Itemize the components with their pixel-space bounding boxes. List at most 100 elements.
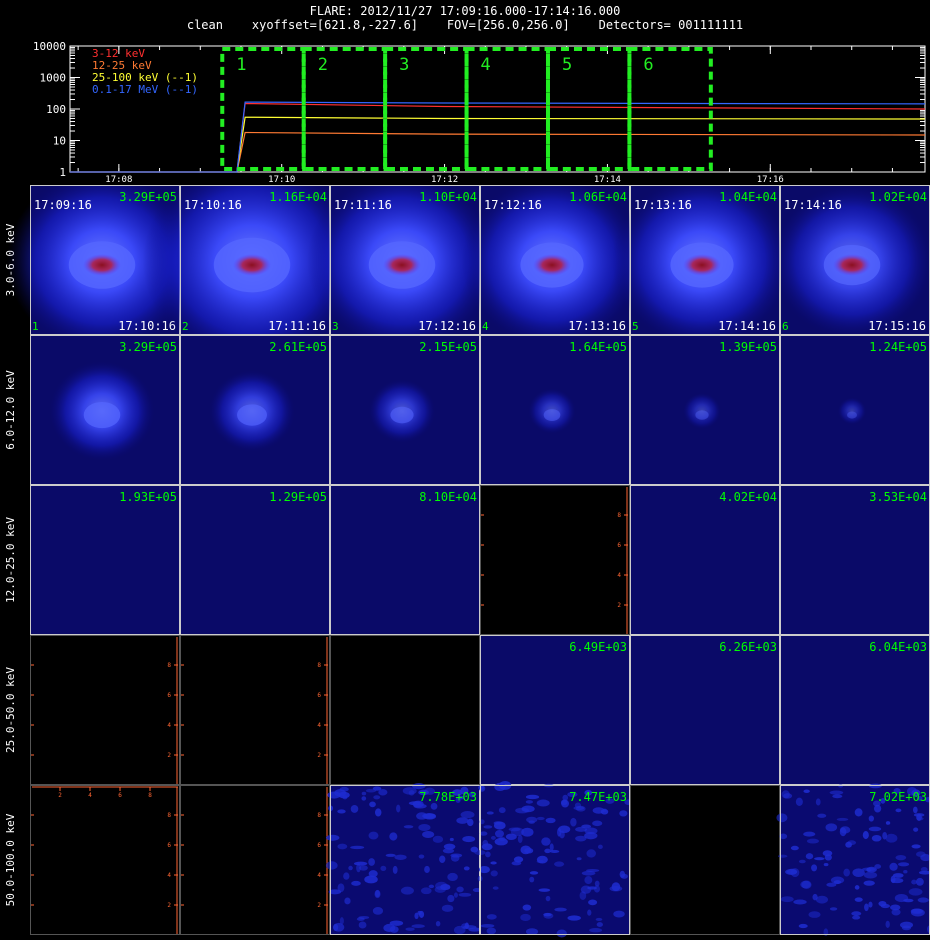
noise-speckle: [836, 817, 849, 821]
noise-speckle: [513, 856, 524, 863]
image-background: [780, 635, 930, 785]
noise-speckle: [538, 888, 551, 892]
noise-speckle: [529, 876, 535, 883]
noise-speckle: [868, 815, 875, 822]
noise-speckle: [424, 865, 430, 874]
image-max-value: 7.78E+03: [419, 790, 477, 804]
noise-speckle: [478, 785, 486, 792]
axis-tick-label: 8: [167, 812, 171, 819]
noise-speckle: [851, 911, 862, 916]
noise-speckle: [422, 831, 435, 838]
noise-speckle: [783, 793, 793, 799]
noise-speckle: [776, 813, 788, 823]
noise-speckle: [814, 857, 825, 861]
row-energy-label: 50.0-100.0 keV: [4, 813, 17, 906]
axis-tick-label: 8: [167, 662, 171, 669]
noise-speckle: [549, 849, 560, 854]
noise-speckle: [798, 859, 806, 864]
noise-speckle: [353, 861, 368, 866]
axis-tick-label: 2: [167, 902, 171, 909]
image-cell: 3.29E+05: [30, 335, 180, 485]
noise-speckle: [361, 791, 367, 796]
image-cell: 6.49E+03: [480, 635, 630, 785]
image-cell: 2 4 6 8: [180, 785, 330, 935]
interval-number: 3: [332, 320, 339, 333]
noise-speckle: [826, 882, 837, 887]
noise-speckle: [570, 817, 577, 827]
noise-speckle: [885, 920, 890, 929]
noise-speckle: [483, 825, 493, 829]
axis-tick-label: 8: [148, 792, 152, 799]
noise-speckle: [364, 875, 378, 884]
image-max-value: 8.10E+04: [419, 490, 477, 504]
noise-speckle: [894, 893, 909, 903]
noise-speckle: [805, 853, 814, 860]
series-line: [70, 116, 926, 173]
noise-speckle: [803, 831, 816, 837]
interval-label: 4: [481, 55, 491, 75]
image-max-value: 1.24E+05: [869, 340, 927, 354]
image-cell: 3.53E+04: [780, 485, 930, 635]
noise-speckle: [609, 885, 623, 892]
noise-speckle: [863, 880, 875, 886]
noise-speckle: [588, 899, 598, 906]
axis-tick-label: 4: [317, 722, 321, 729]
noise-speckle: [447, 872, 458, 882]
noise-speckle: [490, 835, 496, 840]
emission-source: [390, 406, 414, 424]
noise-speckle: [378, 789, 388, 796]
image-cell: 1.93E+05: [30, 485, 180, 635]
legend-entry: 0.1-17 MeV (--1): [92, 83, 198, 96]
image-background: [480, 635, 630, 785]
noise-speckle: [494, 830, 505, 838]
noise-speckle: [348, 865, 353, 871]
noise-speckle: [463, 866, 470, 871]
noise-speckle: [825, 823, 838, 832]
noise-speckle: [521, 805, 535, 813]
image-max-value: 6.49E+03: [569, 640, 627, 654]
empty-image: [630, 785, 780, 935]
axis-tick-label: 6: [317, 842, 321, 849]
noise-speckle: [493, 821, 503, 825]
axis-tick-label: 8: [317, 662, 321, 669]
y-tick-label: 10: [53, 135, 66, 148]
noise-speckle: [619, 870, 626, 878]
image-cell: 7.78E+03: [325, 783, 482, 935]
y-tick-label: 100: [46, 103, 66, 116]
image-cell: 1.04E+04 17:13:16 17:14:16 5: [611, 185, 793, 347]
emission-source: [83, 401, 121, 429]
noise-speckle: [777, 854, 788, 858]
noise-speckle: [486, 914, 497, 920]
noise-speckle: [528, 820, 535, 824]
noise-speckle: [910, 908, 925, 917]
noise-speckle: [554, 861, 565, 867]
noise-speckle: [852, 868, 865, 877]
noise-speckle: [418, 854, 425, 859]
noise-speckle: [795, 797, 803, 806]
empty-image: [330, 635, 480, 785]
noise-speckle: [490, 861, 497, 865]
image-cell: [330, 635, 480, 785]
noise-speckle: [536, 816, 545, 821]
image-max-value: 2.15E+05: [419, 340, 477, 354]
noise-speckle: [544, 848, 551, 854]
image-max-value: 1.02E+04: [869, 190, 927, 204]
noise-speckle: [441, 904, 454, 912]
noise-speckle: [871, 834, 882, 842]
noise-speckle: [567, 915, 581, 921]
axis-tick-label: 6: [118, 792, 122, 799]
noise-speckle: [895, 855, 907, 861]
noise-speckle: [793, 899, 807, 905]
image-grid: 3.0-6.0 keV3.29E+0517:09:1617:10:1611.16…: [4, 185, 930, 938]
noise-speckle: [592, 807, 605, 814]
interval-end-time: 17:13:16: [568, 319, 626, 333]
noise-speckle: [595, 917, 603, 922]
lightcurve-chart: 1 10 100 1000 10000 17:08 17:10 17:12 17:14 17:16…: [33, 40, 926, 182]
noise-speckle: [494, 782, 506, 792]
interval-box: [220, 47, 306, 171]
noise-speckle: [780, 896, 794, 903]
noise-speckle: [536, 799, 550, 807]
image-cell: 1.29E+05: [180, 485, 330, 635]
image-max-value: 1.06E+04: [569, 190, 627, 204]
noise-speckle: [520, 845, 532, 855]
